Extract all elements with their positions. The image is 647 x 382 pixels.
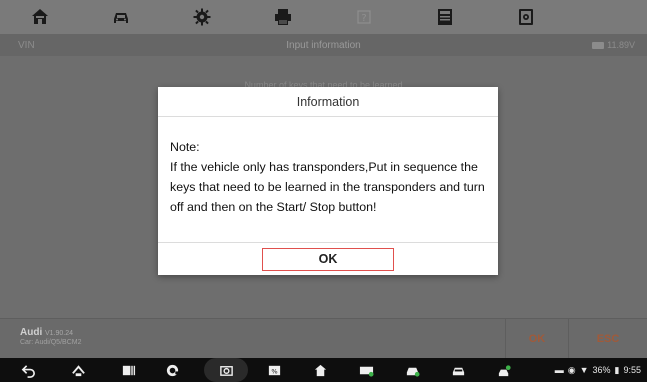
home-icon bbox=[32, 9, 49, 24]
back-icon bbox=[21, 364, 35, 378]
screenshot-icon bbox=[518, 9, 533, 25]
svg-text:%: % bbox=[271, 367, 277, 375]
chat-icon: ▬ bbox=[554, 365, 564, 375]
remote-car-icon bbox=[498, 364, 511, 376]
nav-home-button[interactable] bbox=[58, 358, 98, 382]
print-button[interactable] bbox=[243, 0, 324, 34]
app-shortcut-1[interactable]: % bbox=[254, 358, 294, 382]
app-shortcut-6[interactable] bbox=[484, 358, 524, 382]
recent-apps-button[interactable] bbox=[108, 358, 148, 382]
clock: 9:55 bbox=[623, 365, 641, 375]
car-icon bbox=[452, 367, 464, 375]
vehicle-make: Audi V1.90.24 bbox=[20, 327, 73, 338]
dialog-title: Information bbox=[158, 87, 498, 117]
app-shortcut-2[interactable] bbox=[300, 358, 340, 382]
status-area: ▬ ◉ ▼ 36% ▮ 9:55 bbox=[555, 358, 641, 382]
software-version: V1.90.24 bbox=[45, 330, 74, 337]
settings-icon bbox=[193, 8, 211, 26]
make-name: Audi bbox=[20, 327, 43, 338]
voltage-value: 11.89V bbox=[607, 40, 635, 50]
vci-icon bbox=[359, 366, 374, 377]
title-bar: VIN Input information 11.89V bbox=[0, 34, 647, 56]
vehicle-button[interactable] bbox=[81, 0, 162, 34]
camera-button[interactable] bbox=[204, 358, 248, 382]
dialog-message: If the vehicle only has transponders,Put… bbox=[170, 160, 485, 214]
search-icon bbox=[166, 364, 179, 376]
notification-icon: ◉ bbox=[567, 364, 576, 375]
help-button: ? bbox=[324, 0, 405, 34]
camera-icon bbox=[219, 365, 233, 376]
vehicle-path: Car: Audi/Q5/BCM2 bbox=[20, 339, 82, 346]
dialog-ok-button[interactable]: OK bbox=[262, 247, 394, 271]
note-label: Note: bbox=[170, 140, 200, 154]
recent-apps-icon bbox=[122, 365, 135, 375]
settings-button[interactable] bbox=[162, 0, 243, 34]
vehicle-icon bbox=[406, 367, 420, 377]
footer-ok-button[interactable]: OK bbox=[505, 319, 568, 359]
app-shortcut-5[interactable] bbox=[438, 358, 478, 382]
home-button[interactable] bbox=[0, 0, 81, 34]
voltage-indicator: 11.89V bbox=[592, 40, 635, 50]
print-icon bbox=[275, 9, 292, 25]
page-title: Input information bbox=[286, 39, 361, 51]
diagnostics-app-icon: % bbox=[268, 365, 280, 375]
svg-text:?: ? bbox=[361, 13, 366, 24]
footer-bar: Audi V1.90.24 Car: Audi/Q5/BCM2 OK ESC bbox=[0, 318, 647, 359]
battery-percent: 36% bbox=[592, 365, 611, 375]
home-icon bbox=[314, 364, 326, 376]
back-button[interactable] bbox=[8, 358, 48, 382]
save-icon bbox=[437, 9, 452, 25]
app-shortcut-3[interactable] bbox=[346, 358, 386, 382]
top-toolbar: ? bbox=[0, 0, 647, 34]
car-battery-icon bbox=[592, 41, 605, 49]
save-button[interactable] bbox=[404, 0, 485, 34]
search-app-button[interactable] bbox=[152, 358, 192, 382]
information-dialog: Information Note: If the vehicle only ha… bbox=[158, 87, 498, 275]
vehicle-icon bbox=[114, 13, 129, 23]
help-icon: ? bbox=[357, 10, 371, 24]
app-shortcut-4[interactable] bbox=[392, 358, 432, 382]
vin-label: VIN bbox=[18, 39, 35, 51]
battery-icon: ▮ bbox=[614, 364, 620, 375]
dialog-body: Note: If the vehicle only has transponde… bbox=[170, 137, 486, 217]
screenshot-button[interactable] bbox=[485, 0, 566, 34]
footer-esc-button[interactable]: ESC bbox=[568, 319, 647, 359]
wifi-icon: ▼ bbox=[579, 365, 589, 375]
system-nav-bar: % ▬ ◉ ▼ 36% ▮ 9:55 bbox=[0, 358, 647, 382]
dialog-footer: OK bbox=[158, 242, 498, 275]
chevron-up-icon bbox=[71, 364, 85, 376]
